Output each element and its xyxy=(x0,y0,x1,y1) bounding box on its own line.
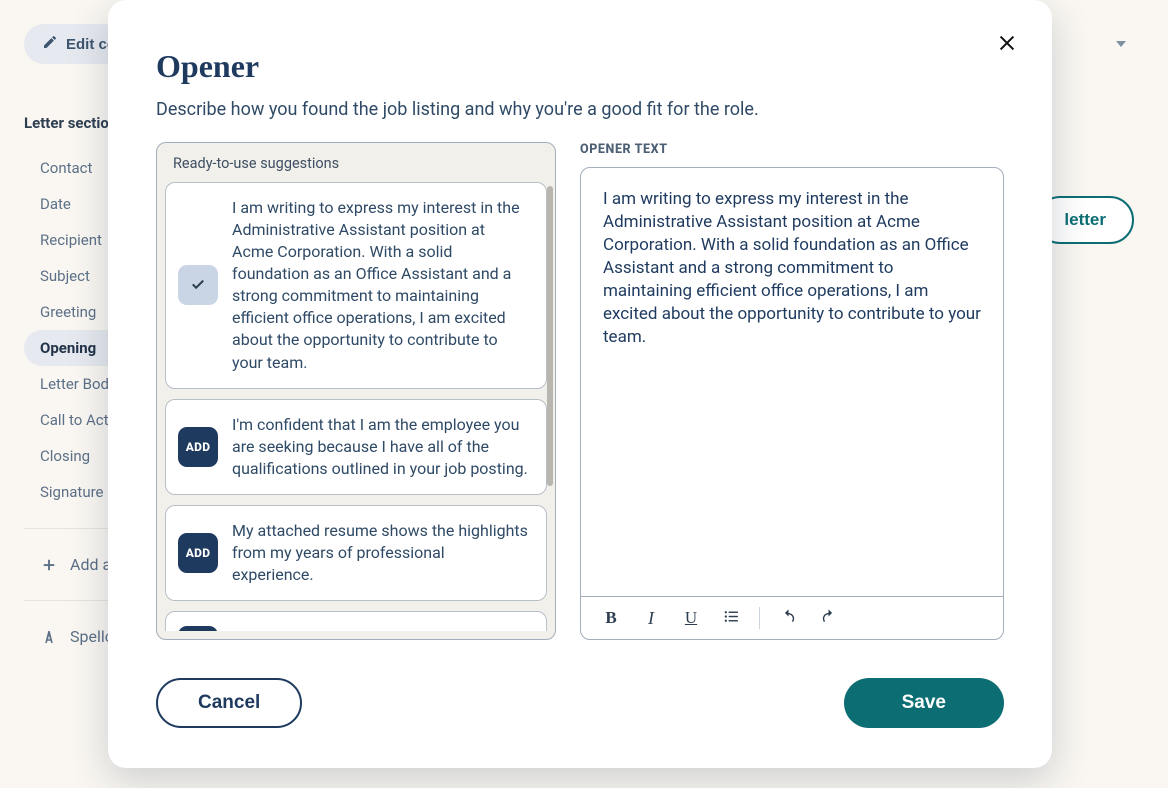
suggestion-add-chip[interactable]: ADD xyxy=(178,427,218,467)
close-icon xyxy=(996,42,1018,57)
suggestion-add-chip[interactable]: ADD xyxy=(178,626,218,631)
suggestions-panel: Ready-to-use suggestions I am writing to… xyxy=(156,142,556,640)
pencil-icon xyxy=(42,34,58,54)
suggestions-header: Ready-to-use suggestions xyxy=(157,143,555,182)
toolbar-separator xyxy=(759,607,760,629)
editor-box: I am writing to express my interest in t… xyxy=(580,167,1004,640)
check-icon xyxy=(189,275,207,296)
suggestion-card[interactable]: ADD My attached resume shows the highligh… xyxy=(165,505,547,601)
list-icon xyxy=(723,608,740,629)
undo-button[interactable] xyxy=(770,603,806,633)
suggestion-card[interactable]: I am writing to express my interest in t… xyxy=(165,182,547,389)
modal-footer: Cancel Save xyxy=(156,678,1004,728)
editor-toolbar: B I U xyxy=(581,596,1003,639)
redo-button[interactable] xyxy=(810,603,846,633)
modal-body: Ready-to-use suggestions I am writing to… xyxy=(156,142,1004,640)
editor-panel: OPENER TEXT I am writing to express my i… xyxy=(580,142,1004,640)
underline-button[interactable]: U xyxy=(673,603,709,633)
suggestion-text: I am writing to express my interest in t… xyxy=(232,197,530,374)
suggestion-add-chip[interactable]: ADD xyxy=(178,533,218,573)
bullet-list-button[interactable] xyxy=(713,603,749,633)
spellcheck-icon xyxy=(40,628,58,646)
suggestion-card[interactable]: ADDMy passion for this field, combined w… xyxy=(165,611,547,631)
italic-button[interactable]: I xyxy=(633,603,669,633)
plus-icon xyxy=(40,556,58,574)
suggestion-text: My attached resume shows the highlights … xyxy=(232,520,530,586)
close-button[interactable] xyxy=(990,26,1024,63)
suggestions-list-wrap: I am writing to express my interest in t… xyxy=(157,182,555,639)
opener-modal: Opener Describe how you found the job li… xyxy=(108,0,1052,768)
opener-text-editor[interactable]: I am writing to express my interest in t… xyxy=(581,168,1003,596)
redo-icon xyxy=(820,608,837,629)
save-button[interactable]: Save xyxy=(844,678,1004,728)
bold-button[interactable]: B xyxy=(593,603,629,633)
suggestion-card[interactable]: ADD I'm confident that I am the employee … xyxy=(165,399,547,495)
modal-title: Opener xyxy=(156,48,1004,85)
undo-icon xyxy=(780,608,797,629)
scrollbar-thumb[interactable] xyxy=(547,186,553,486)
suggestion-selected-chip[interactable] xyxy=(178,265,218,305)
cancel-button[interactable]: Cancel xyxy=(156,678,302,728)
suggestion-text: I'm confident that I am the employee you… xyxy=(232,414,530,480)
chevron-down-icon[interactable] xyxy=(1116,41,1126,47)
editor-label: OPENER TEXT xyxy=(580,142,1004,157)
suggestions-list[interactable]: I am writing to express my interest in t… xyxy=(165,182,547,631)
modal-subtitle: Describe how you found the job listing a… xyxy=(156,99,1004,120)
